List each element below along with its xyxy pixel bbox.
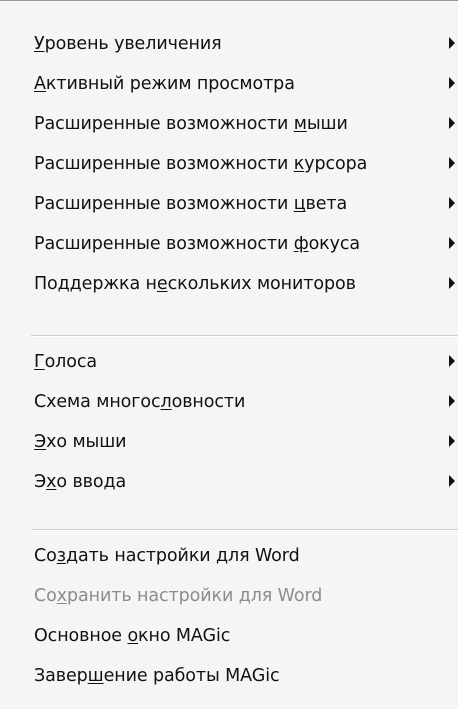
menu-item-verbosity-scheme[interactable]: Схема многословности xyxy=(0,382,458,422)
menu-item-label: Завершение работы MAGic xyxy=(34,666,280,686)
menu-item-label: Основное окно MAGic xyxy=(34,626,231,646)
submenu-arrow-icon xyxy=(449,117,455,129)
menu-item-multi-monitor-support[interactable]: Поддержка нескольких мониторов xyxy=(0,264,458,304)
menu-item-label: Уровень увеличения xyxy=(34,34,222,54)
menu-item-label: Схема многословности xyxy=(34,392,246,412)
menu-item-save-word-settings[interactable]: Сохранить настройки для Word xyxy=(0,576,458,616)
submenu-arrow-icon xyxy=(449,77,455,89)
menu-item-active-view-mode[interactable]: Активный режим просмотра xyxy=(0,64,458,104)
submenu-arrow-icon xyxy=(449,435,455,447)
menu-item-label: Эхо мыши xyxy=(34,432,127,452)
menu-item-cursor-enhancements[interactable]: Расширенные возможности курсора xyxy=(0,144,458,184)
submenu-arrow-icon xyxy=(449,37,455,49)
menu-item-mouse-enhancements[interactable]: Расширенные возможности мыши xyxy=(0,104,458,144)
menu-item-label: Голоса xyxy=(34,352,98,372)
menu-item-create-word-settings[interactable]: Создать настройки для Word xyxy=(0,536,458,576)
submenu-arrow-icon xyxy=(449,475,455,487)
menu-item-label: Расширенные возможности мыши xyxy=(34,114,348,134)
submenu-arrow-icon xyxy=(449,157,455,169)
menu-item-label: Поддержка нескольких мониторов xyxy=(34,274,356,294)
menu-item-focus-enhancements[interactable]: Расширенные возможности фокуса xyxy=(0,224,458,264)
menu-item-voices[interactable]: Голоса xyxy=(0,342,458,382)
menu-item-main-window[interactable]: Основное окно MAGic xyxy=(0,616,458,656)
menu-item-exit-magic[interactable]: Завершение работы MAGic xyxy=(0,656,458,696)
menu-separator xyxy=(31,529,458,531)
menu-item-label: Расширенные возможности курсора xyxy=(34,154,368,174)
menu-item-label: Расширенные возможности цвета xyxy=(34,194,348,214)
menu-item-typing-echo[interactable]: Эхо ввода xyxy=(0,462,458,502)
menu-item-label: Активный режим просмотра xyxy=(34,74,295,94)
menu-item-label: Создать настройки для Word xyxy=(34,546,300,566)
context-menu: Уровень увеличения Активный режим просмо… xyxy=(0,0,458,709)
menu-item-color-enhancements[interactable]: Расширенные возможности цвета xyxy=(0,184,458,224)
menu-item-label: Эхо ввода xyxy=(34,472,127,492)
menu-item-label: Расширенные возможности фокуса xyxy=(34,234,361,254)
submenu-arrow-icon xyxy=(449,197,455,209)
menu-item-label: Сохранить настройки для Word xyxy=(34,586,323,606)
submenu-arrow-icon xyxy=(449,277,455,289)
menu-item-mouse-echo[interactable]: Эхо мыши xyxy=(0,422,458,462)
menu-item-magnification-level[interactable]: Уровень увеличения xyxy=(0,24,458,64)
menu-separator xyxy=(31,335,458,337)
submenu-arrow-icon xyxy=(449,395,455,407)
submenu-arrow-icon xyxy=(449,355,455,367)
submenu-arrow-icon xyxy=(449,237,455,249)
